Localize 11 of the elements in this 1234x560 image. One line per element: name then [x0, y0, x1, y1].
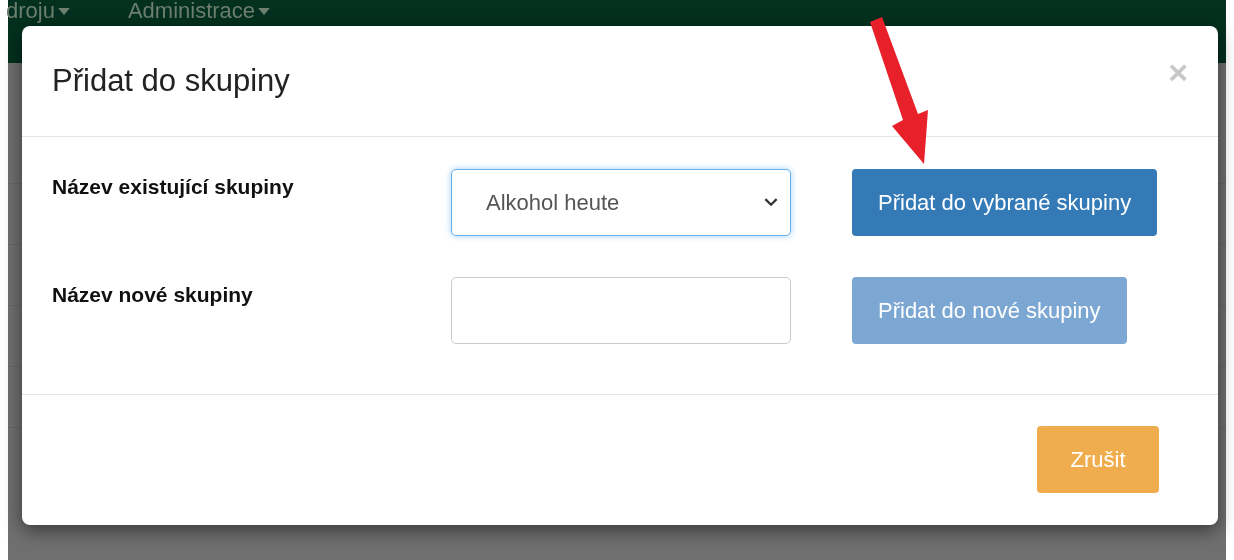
input-field[interactable]	[451, 277, 791, 344]
caret-icon	[57, 7, 70, 15]
add-button[interactable]: Přidat do vybrané skupiny	[852, 169, 1158, 236]
chevron-icon	[764, 198, 778, 207]
modal-title: Přidat do skupiny	[52, 63, 290, 99]
group-select[interactable]: Alkohol heute	[451, 169, 791, 236]
caret-icon	[258, 7, 271, 15]
field-label: Název existující skupiny	[51, 175, 295, 199]
cancel-button[interactable]: Zrušit	[1037, 426, 1159, 493]
nav-menu-item[interactable]: Administrace	[127, 0, 271, 22]
field-label: Název nové skupiny	[51, 283, 254, 307]
